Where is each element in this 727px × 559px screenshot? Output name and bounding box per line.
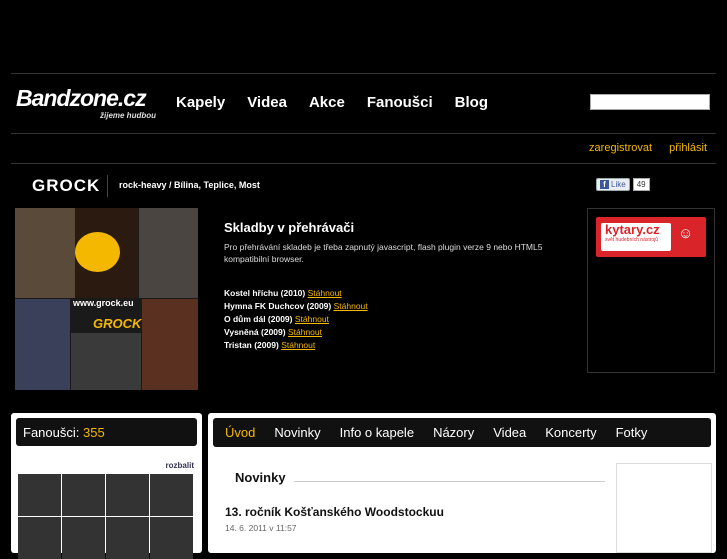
photo-tile <box>15 208 75 298</box>
download-link[interactable]: Stáhnout <box>295 314 329 324</box>
fan-avatar[interactable] <box>62 517 105 559</box>
photo-site-text: www.grock.eu <box>73 298 134 308</box>
fan-avatar[interactable] <box>106 517 149 559</box>
tab-uvod[interactable]: Úvod <box>225 425 255 440</box>
download-link[interactable]: Stáhnout <box>308 288 342 298</box>
smile-icon: ☺ <box>678 225 694 242</box>
fan-avatar[interactable] <box>150 517 193 559</box>
fan-avatar[interactable] <box>150 474 193 516</box>
nav-videa[interactable]: Videa <box>247 94 287 111</box>
track-list: Kostel hříchu (2010) Stáhnout Hymna FK D… <box>224 287 574 352</box>
facebook-icon: f <box>600 180 609 189</box>
kytary-logo: kytary.cz svět hudebních nástrojů ☺ <box>596 217 706 257</box>
track-item: O dům dál (2009) Stáhnout <box>224 313 574 326</box>
facebook-like-button[interactable]: f Like <box>596 178 630 191</box>
main-nav: Kapely Videa Akce Fanoušci Blog <box>176 94 510 111</box>
photo-tile <box>15 299 70 390</box>
tab-videa[interactable]: Videa <box>493 425 526 440</box>
facebook-like-count: 49 <box>632 178 650 191</box>
fans-header: Fanoušci: 355 <box>16 418 197 446</box>
fans-title: Fanoušci: 355 <box>23 425 105 440</box>
ad-banner[interactable]: kytary.cz svět hudebních nástrojů ☺ <box>587 208 715 373</box>
track-title: O dům dál (2009) <box>224 314 293 324</box>
nav-blog[interactable]: Blog <box>455 94 488 111</box>
expand-link[interactable]: rozbalit <box>166 461 194 470</box>
news-divider <box>294 481 605 482</box>
tab-fotky[interactable]: Fotky <box>616 425 648 440</box>
news-heading: Novinky <box>235 470 286 485</box>
track-item: Vysněná (2009) Stáhnout <box>224 326 574 339</box>
user-links: zaregistrovat přihlásit <box>575 142 707 154</box>
tab-info[interactable]: Info o kapele <box>340 425 414 440</box>
side-box <box>616 463 712 553</box>
track-title: Hymna FK Duchcov (2009) <box>224 301 332 311</box>
nav-akce[interactable]: Akce <box>309 94 345 111</box>
register-link[interactable]: zaregistrovat <box>589 142 652 154</box>
fans-grid <box>18 474 193 559</box>
band-name: GROCK <box>32 176 101 195</box>
track-title: Kostel hříchu (2010) <box>224 288 306 298</box>
facebook-like-label: Like <box>611 180 626 189</box>
photo-tile <box>71 333 141 390</box>
track-player: Skladby v přehrávači Pro přehrávání skla… <box>224 220 574 352</box>
top-divider <box>11 73 716 74</box>
fans-count: 355 <box>83 425 105 440</box>
tab-novinky[interactable]: Novinky <box>274 425 320 440</box>
download-link[interactable]: Stáhnout <box>288 327 322 337</box>
photo-tile <box>142 299 198 390</box>
fans-panel: Fanoušci: 355 rozbalit <box>11 413 202 559</box>
player-title: Skladby v přehrávači <box>224 220 355 235</box>
nav-kapely[interactable]: Kapely <box>176 94 225 111</box>
track-title: Vysněná (2009) <box>224 327 286 337</box>
fan-avatar[interactable] <box>62 474 105 516</box>
fans-label: Fanoušci: <box>23 425 80 440</box>
band-tabs: Úvod Novinky Info o kapele Názory Videa … <box>213 418 711 447</box>
fan-avatar[interactable] <box>106 474 149 516</box>
search-input[interactable] <box>590 94 710 110</box>
login-link[interactable]: přihlásit <box>669 142 707 154</box>
band-content-panel: Úvod Novinky Info o kapele Názory Videa … <box>208 413 716 553</box>
logo-text: Bandzone.cz <box>16 85 147 111</box>
band-separator <box>107 175 108 197</box>
facebook-like: f Like 49 <box>596 178 650 191</box>
band-genre: rock-heavy / Bílina, Teplice, Most <box>119 180 260 190</box>
kytary-subtitle: svět hudebních nástrojů <box>605 237 659 243</box>
header-divider <box>11 163 716 164</box>
download-link[interactable]: Stáhnout <box>281 340 315 350</box>
track-title: Tristan (2009) <box>224 340 279 350</box>
fan-avatar[interactable] <box>18 474 61 516</box>
player-note: Pro přehrávání skladeb je třeba zapnutý … <box>224 242 543 264</box>
fan-avatar[interactable] <box>18 517 61 559</box>
photo-tile <box>139 208 198 298</box>
nav-divider <box>11 133 716 134</box>
track-item: Hymna FK Duchcov (2009) Stáhnout <box>224 300 574 313</box>
logo-tagline: žijeme hudbou <box>100 111 156 120</box>
photo-brand-text: GROCK <box>93 316 142 331</box>
tab-nazory[interactable]: Názory <box>433 425 474 440</box>
band-photo[interactable]: www.grock.eu GROCK <box>15 208 198 390</box>
tab-koncerty[interactable]: Koncerty <box>545 425 596 440</box>
kytary-name: kytary.cz <box>605 222 660 237</box>
photo-tile <box>75 232 120 272</box>
track-item: Kostel hříchu (2010) Stáhnout <box>224 287 574 300</box>
news-item-title[interactable]: 13. ročník Košťanského Woodstockuu <box>225 505 444 519</box>
track-item: Tristan (2009) Stáhnout <box>224 339 574 352</box>
bandzone-logo[interactable]: Bandzone.cz žijeme hudbou <box>16 86 156 122</box>
news-item-date: 14. 6. 2011 v 11:57 <box>225 523 297 533</box>
nav-fanousci[interactable]: Fanoušci <box>367 94 433 111</box>
download-link[interactable]: Stáhnout <box>334 301 368 311</box>
